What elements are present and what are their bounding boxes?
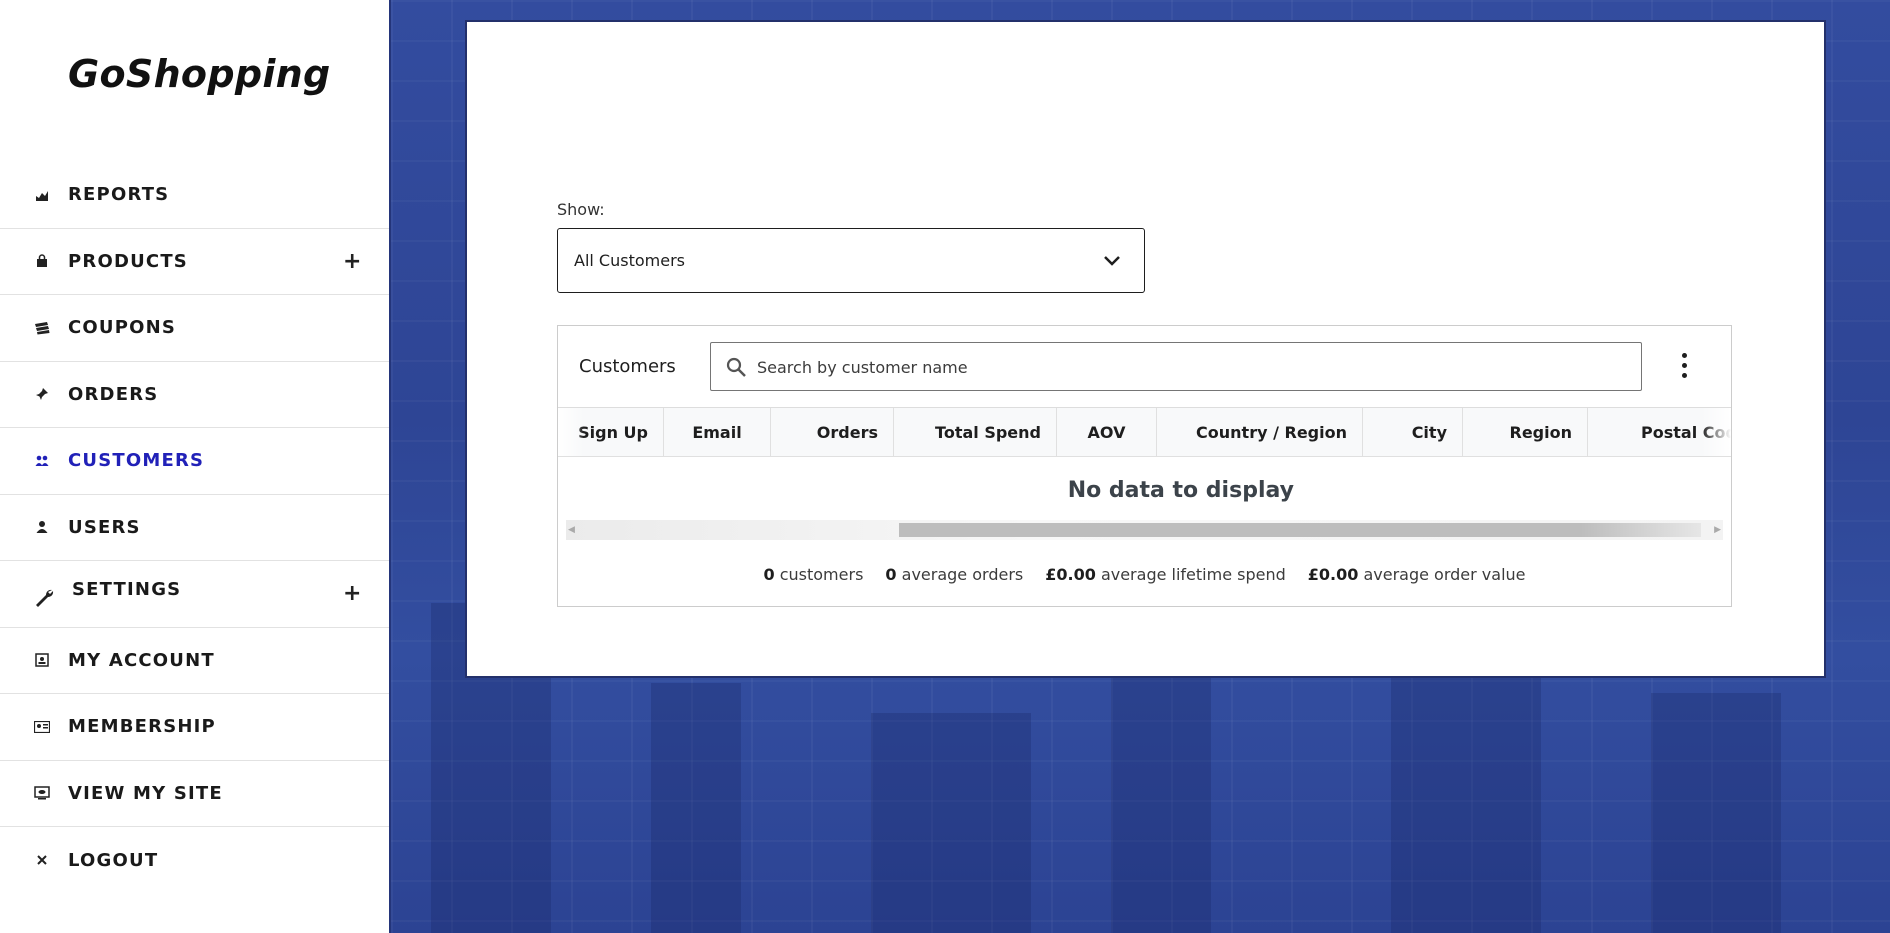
sidebar-item-label: COUPONS [68, 317, 177, 339]
chevron-down-icon [1104, 256, 1120, 266]
scroll-fade-left [558, 408, 584, 456]
scroll-left-arrow-icon[interactable]: ◀ [568, 525, 575, 535]
sidebar-item-products[interactable]: PRODUCTS + [0, 229, 389, 295]
wrench-icon [33, 587, 55, 609]
table-header-bar: Customers [558, 326, 1731, 408]
expand-icon[interactable]: + [343, 581, 361, 606]
id-card-icon [34, 652, 50, 668]
sidebar-item-label: USERS [68, 516, 141, 538]
sidebar-item-label: SETTINGS [72, 579, 182, 600]
sidebar-item-orders[interactable]: ORDERS [0, 362, 389, 428]
column-header-country-region[interactable]: Country / Region [1157, 408, 1363, 456]
horizontal-scrollbar[interactable]: ◀ ▶ [566, 520, 1723, 540]
summary-average-order-value: £0.00 average order value [1307, 565, 1526, 584]
scrollbar-thumb[interactable] [899, 523, 1701, 537]
sidebar-item-label: LOGOUT [68, 849, 159, 871]
sidebar-item-label: PRODUCTS [68, 250, 188, 272]
sidebar-item-label: REPORTS [68, 184, 170, 206]
scroll-right-arrow-icon[interactable]: ▶ [1714, 525, 1721, 535]
sidebar-item-reports[interactable]: REPORTS [0, 162, 389, 229]
monitor-icon [34, 785, 50, 801]
select-value: All Customers [574, 251, 685, 270]
table-title: Customers [579, 356, 676, 377]
column-header-region[interactable]: Region [1463, 408, 1588, 456]
sidebar: GoShopping REPORTS PRODUCTS + COUPONS OR… [0, 0, 391, 933]
coupon-icon [34, 320, 50, 336]
logo[interactable]: GoShopping [68, 52, 331, 96]
main-card: Show: All Customers Customers Sign Up Em… [465, 20, 1826, 678]
membership-card-icon [34, 719, 50, 735]
empty-state-message: No data to display [1067, 478, 1294, 503]
sidebar-menu: REPORTS PRODUCTS + COUPONS ORDERS CUSTOM… [0, 162, 389, 894]
people-icon [34, 453, 50, 469]
column-header-city[interactable]: City [1363, 408, 1463, 456]
sidebar-item-customers[interactable]: CUSTOMERS [0, 428, 389, 495]
bag-icon [34, 253, 50, 269]
search-icon [726, 357, 746, 377]
column-header-total-spend[interactable]: Total Spend [894, 408, 1057, 456]
sidebar-item-my-account[interactable]: MY ACCOUNT [0, 628, 389, 694]
customer-filter-select[interactable]: All Customers [557, 228, 1145, 293]
sidebar-item-label: MY ACCOUNT [68, 649, 215, 671]
chart-icon [34, 187, 50, 203]
table-column-headers: Sign Up Email Orders Total Spend AOV Cou… [558, 408, 1731, 457]
user-icon [34, 519, 50, 535]
sidebar-item-label: MEMBERSHIP [68, 716, 216, 738]
pin-icon [34, 386, 50, 402]
sidebar-item-label: ORDERS [68, 383, 159, 405]
sidebar-item-logout[interactable]: LOGOUT [0, 827, 389, 894]
sidebar-item-coupons[interactable]: COUPONS [0, 295, 389, 362]
customers-table-panel: Customers Sign Up Email Orders Total Spe… [557, 325, 1732, 607]
column-header-aov[interactable]: AOV [1057, 408, 1157, 456]
close-icon [34, 852, 50, 868]
scroll-fade-right [1701, 408, 1731, 456]
column-header-orders[interactable]: Orders [771, 408, 894, 456]
column-header-email[interactable]: Email [664, 408, 771, 456]
filter-label: Show: [557, 200, 605, 219]
sidebar-item-label: VIEW MY SITE [68, 782, 223, 804]
table-summary: 0 customers 0 average orders £0.00 avera… [558, 565, 1731, 584]
expand-icon[interactable]: + [343, 249, 361, 274]
summary-average-lifetime-spend: £0.00 average lifetime spend [1045, 565, 1286, 584]
sidebar-item-membership[interactable]: MEMBERSHIP [0, 694, 389, 761]
sidebar-item-users[interactable]: USERS [0, 495, 389, 561]
sidebar-item-settings[interactable]: SETTINGS + [0, 561, 389, 628]
sidebar-item-label: CUSTOMERS [68, 450, 205, 472]
search-input[interactable] [757, 353, 1617, 381]
summary-customers: 0 customers [763, 565, 864, 584]
search-box[interactable] [710, 342, 1642, 391]
sidebar-item-view-my-site[interactable]: VIEW MY SITE [0, 761, 389, 827]
more-options-icon[interactable] [1676, 350, 1692, 382]
summary-average-orders: 0 average orders [885, 565, 1024, 584]
